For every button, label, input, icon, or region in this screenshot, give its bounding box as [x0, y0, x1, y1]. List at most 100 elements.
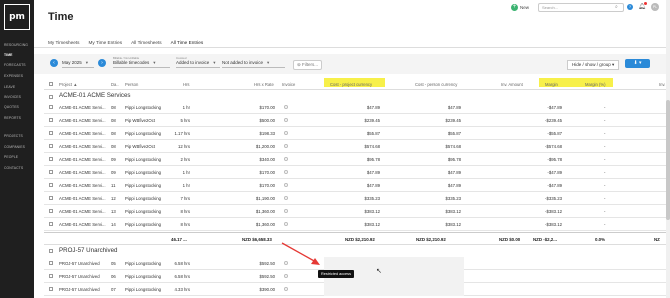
cell-project[interactable]: ACME-01 ACME Servi...: [59, 196, 106, 201]
cell-person[interactable]: Pippi Longstocking: [125, 222, 161, 227]
cell-project[interactable]: ACME-01 ACME Servi...: [59, 209, 106, 214]
table-row[interactable]: ACME-01 ACME Servi... 09 Pippi Longstockin…: [44, 153, 670, 166]
row-checkbox[interactable]: [49, 131, 53, 135]
cell-project[interactable]: ACME-01 ACME Servi...: [59, 144, 106, 149]
col-cost-person[interactable]: Cost - person currency: [415, 82, 457, 87]
export-button[interactable]: ⬇ ▾: [625, 59, 650, 68]
cell-margin: -$47.89: [547, 105, 562, 110]
table-row[interactable]: ACME-01 ACME Servi... 13 Pippi Longstockin…: [44, 205, 670, 218]
sidebar-item-quotes[interactable]: QUOTES: [4, 105, 19, 109]
row-checkbox[interactable]: [49, 144, 53, 148]
cell-project[interactable]: ACME-01 ACME Servi...: [59, 105, 106, 110]
table-row[interactable]: ACME-01 ACME Servi... 08 Pip WBfive2Oct 12 …: [44, 140, 670, 153]
group-checkbox[interactable]: [49, 249, 53, 253]
table-row[interactable]: PROJ-57 Unarchived 06 Pippi Longstocking 6.…: [44, 270, 670, 283]
help-icon[interactable]: ?: [627, 4, 633, 10]
search-input[interactable]: [538, 3, 624, 12]
scrollbar-thumb[interactable]: [666, 100, 670, 220]
sidebar-item-reports[interactable]: REPORTS: [4, 116, 21, 120]
row-checkbox[interactable]: [49, 261, 53, 265]
filters-button[interactable]: ⊜ Filters...: [293, 60, 323, 70]
sidebar-item-leave[interactable]: LEAVE: [4, 85, 15, 89]
cell-project[interactable]: ACME-01 ACME Servi...: [59, 131, 106, 136]
billable-select[interactable]: Billable timecodes ▾: [113, 60, 170, 68]
table-row[interactable]: ACME-01 ACME Servi... 14 Pippi Longstockin…: [44, 218, 670, 231]
cell-project[interactable]: ACME-01 ACME Servi...: [59, 183, 106, 188]
prev-period-icon[interactable]: ‹: [50, 59, 58, 67]
sidebar-item-expenses[interactable]: EXPENSES: [4, 74, 23, 78]
sidebar-item-companies[interactable]: COMPANIES: [4, 145, 25, 149]
cell-person[interactable]: Pippi Longstocking: [125, 157, 161, 162]
table-row[interactable]: ACME-01 ACME Servi... 11 Pippi Longstockin…: [44, 179, 670, 192]
col-margin[interactable]: Margin: [545, 82, 558, 87]
row-checkbox[interactable]: [49, 287, 53, 291]
table-row[interactable]: ACME-01 ACME Servi... 09 Pippi Longstockin…: [44, 166, 670, 179]
hide-show-group-select[interactable]: Hide / show / group ▾: [567, 60, 620, 70]
col-cost-project[interactable]: Cost - project currency: [330, 82, 372, 87]
cell-person[interactable]: Pippi Longstocking: [125, 209, 161, 214]
cell-person[interactable]: Pippi Longstocking: [125, 170, 161, 175]
row-checkbox[interactable]: [49, 209, 53, 213]
not-added-to-invoice-select[interactable]: Not added to invoice ▾: [222, 60, 285, 68]
sidebar-item-forecasts[interactable]: FORECASTS: [4, 63, 26, 67]
cell-project[interactable]: ACME-01 ACME Servi...: [59, 118, 106, 123]
cell-project[interactable]: ACME-01 ACME Servi...: [59, 170, 106, 175]
cell-person[interactable]: Pippi Longstocking: [125, 196, 161, 201]
col-person[interactable]: Person: [125, 82, 138, 87]
search-icon[interactable]: ⌕: [615, 4, 618, 10]
cell-person[interactable]: Pippi Longstocking: [125, 131, 161, 136]
sidebar-item-invoices[interactable]: INVOICES: [4, 95, 21, 99]
sidebar-item-people[interactable]: PEOPLE: [4, 155, 18, 159]
sidebar-item-resourcing[interactable]: RESOURCING: [4, 43, 28, 47]
new-button[interactable]: + New: [511, 4, 529, 11]
cell-project[interactable]: PROJ-57 Unarchived: [59, 261, 100, 266]
col-inv[interactable]: Inv.: [659, 82, 665, 87]
table-row[interactable]: PROJ-57 Unarchived 07 Pippi Longstocking 4.…: [44, 283, 670, 296]
col-date[interactable]: Da..: [111, 82, 119, 87]
app-logo[interactable]: pm: [4, 4, 30, 30]
cell-rate: $500.00: [259, 118, 275, 123]
cell-person[interactable]: Pip WBfive2Oct: [125, 144, 155, 149]
row-checkbox[interactable]: [49, 222, 53, 226]
invoice-status-icon: [284, 131, 288, 135]
select-all-checkbox[interactable]: [49, 82, 53, 86]
cell-person[interactable]: Pippi Longstocking: [125, 261, 161, 266]
table-row[interactable]: ACME-01 ACME Servi... 12 Pippi Longstockin…: [44, 192, 670, 205]
cell-project[interactable]: ACME-01 ACME Servi...: [59, 222, 106, 227]
next-period-icon[interactable]: ›: [98, 59, 106, 67]
added-to-invoice-select[interactable]: Added to invoice ▾: [176, 60, 220, 68]
cell-person[interactable]: Pippi Longstocking: [125, 287, 161, 292]
sidebar-item-contacts[interactable]: CONTACTS: [4, 166, 23, 170]
table-row[interactable]: ACME-01 ACME Servi... 08 Pip WBfive2Oct 5 h…: [44, 114, 670, 127]
cell-person[interactable]: Pippi Longstocking: [125, 183, 161, 188]
cell-person[interactable]: Pippi Longstocking: [125, 274, 161, 279]
col-inv-amount[interactable]: Inv. Amount: [501, 82, 523, 87]
cell-project[interactable]: ACME-01 ACME Servi...: [59, 157, 106, 162]
sidebar-item-projects[interactable]: PROJECTS: [4, 134, 23, 138]
period-select[interactable]: May 2025 ▾: [62, 60, 94, 68]
scrollbar[interactable]: [666, 0, 670, 298]
row-checkbox[interactable]: [49, 157, 53, 161]
col-hrs[interactable]: Hrs: [183, 82, 190, 87]
table-row[interactable]: ACME-01 ACME Servi... 08 Pippi Longstockin…: [44, 127, 670, 140]
cell-person[interactable]: Pip WBfive2Oct: [125, 118, 155, 123]
group-checkbox[interactable]: [49, 95, 53, 99]
avatar[interactable]: PL: [651, 3, 659, 11]
row-checkbox[interactable]: [49, 196, 53, 200]
row-checkbox[interactable]: [49, 170, 53, 174]
col-project[interactable]: Project ▲: [59, 82, 77, 87]
col-margin-pct[interactable]: Margin (%): [585, 82, 605, 87]
invoice-status-icon: [284, 183, 288, 187]
row-checkbox[interactable]: [49, 118, 53, 122]
row-checkbox[interactable]: [49, 105, 53, 109]
cell-project[interactable]: PROJ-57 Unarchived: [59, 287, 100, 292]
table-row[interactable]: PROJ-57 Unarchived 05 Pippi Longstocking 6.…: [44, 257, 670, 270]
col-invoice[interactable]: Invoice: [282, 82, 295, 87]
sidebar-item-time[interactable]: TIME: [4, 53, 13, 57]
cell-person[interactable]: Pippi Longstocking: [125, 105, 161, 110]
table-row[interactable]: ACME-01 ACME Servi... 08 Pippi Longstockin…: [44, 101, 670, 114]
row-checkbox[interactable]: [49, 274, 53, 278]
cell-project[interactable]: PROJ-57 Unarchived: [59, 274, 100, 279]
col-hrs-rate[interactable]: Hrs x Rate: [254, 82, 274, 87]
row-checkbox[interactable]: [49, 183, 53, 187]
